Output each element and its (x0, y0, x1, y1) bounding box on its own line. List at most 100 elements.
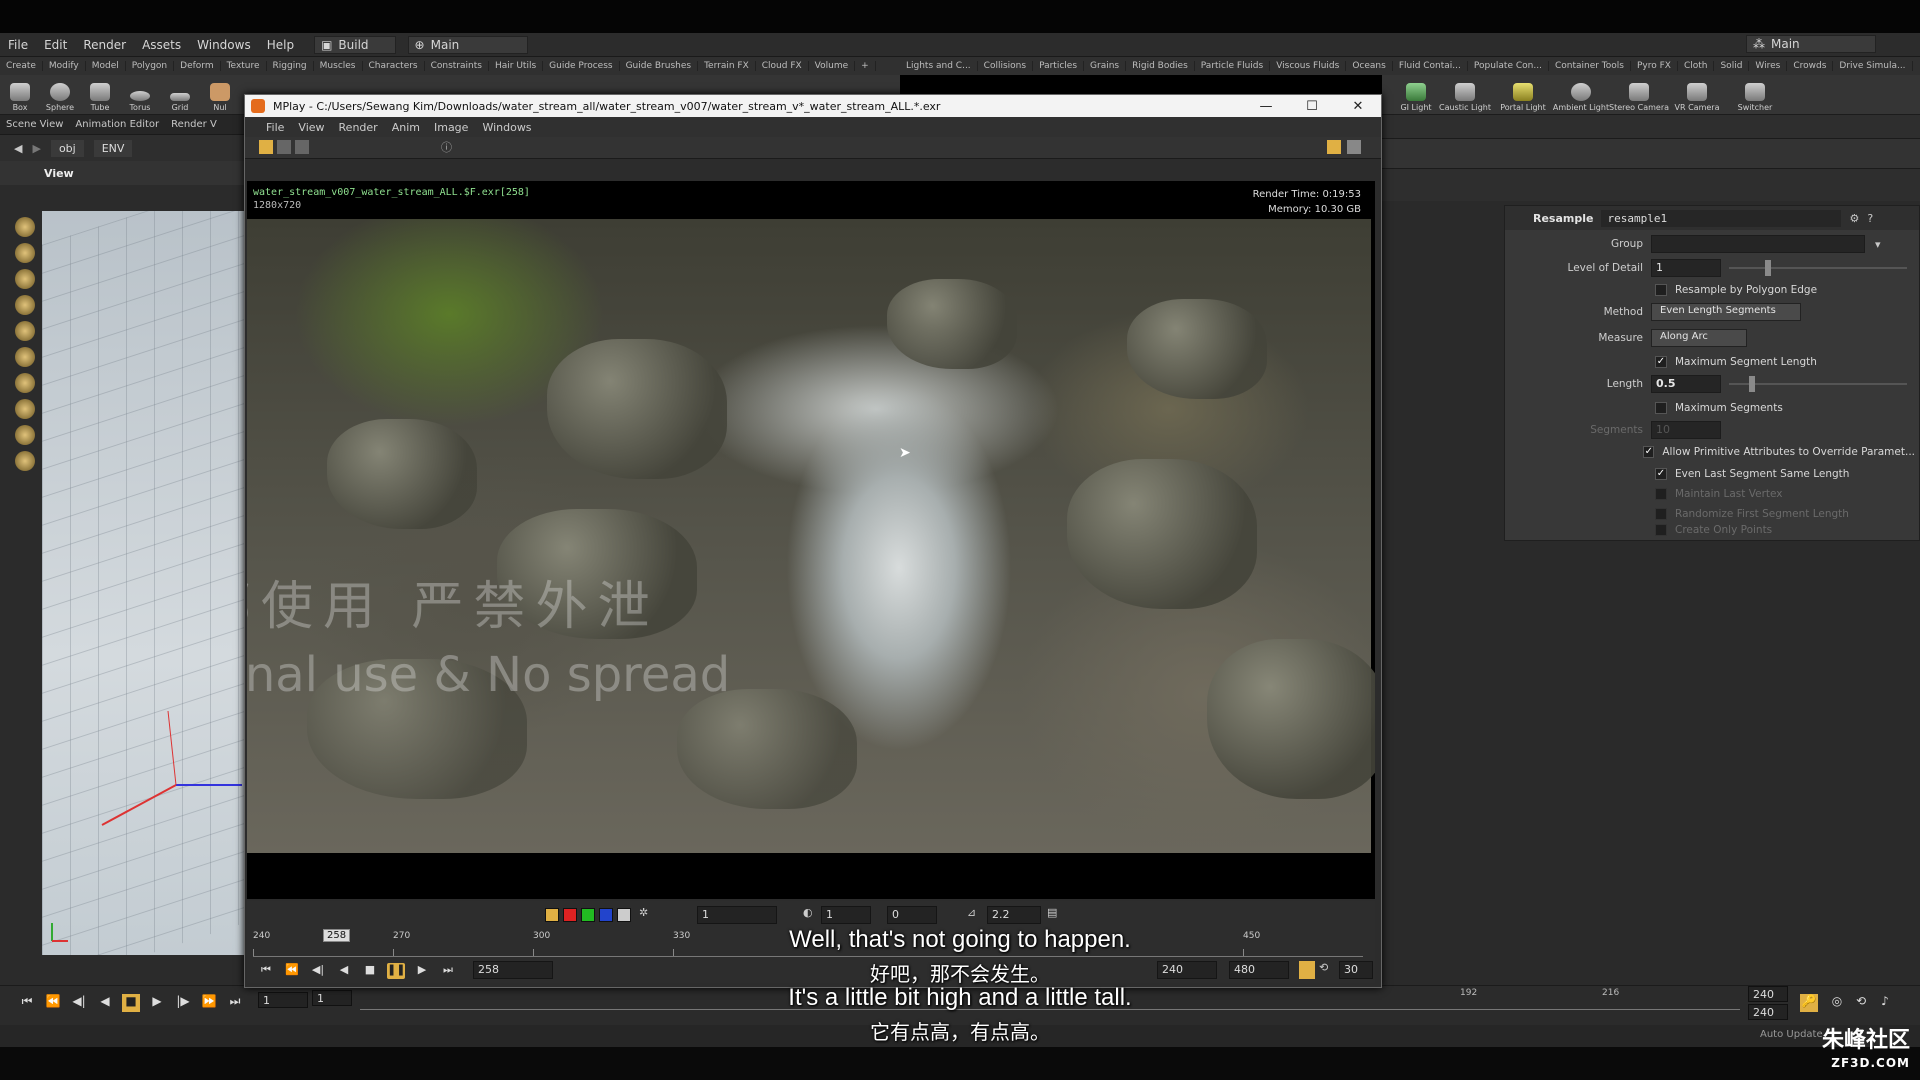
gamma-scale-field[interactable]: 1 (821, 906, 871, 924)
move-tool-icon[interactable] (15, 243, 35, 263)
shelf-tab[interactable]: Texture (221, 61, 267, 71)
shelf-tab[interactable]: Solid (1714, 61, 1750, 71)
gi-light-tool[interactable]: GI Light (1396, 83, 1436, 114)
handle-tool-icon[interactable] (15, 321, 35, 341)
shelf-tab[interactable]: Container Tools (1549, 61, 1631, 71)
shelf-tab[interactable]: Volume (809, 61, 856, 71)
path-env[interactable]: ENV (93, 139, 133, 157)
length-slider-knob[interactable] (1749, 376, 1755, 392)
box-tool[interactable]: Box (0, 83, 40, 114)
randomize-first-checkbox[interactable] (1655, 508, 1667, 520)
gamma-field[interactable]: 2.2 (987, 906, 1041, 924)
shelf-tab[interactable]: Terrain FX (698, 61, 756, 71)
portal-light-tool[interactable]: Portal Light (1494, 83, 1552, 114)
shelf-tab[interactable]: Particle Fluids (1195, 61, 1271, 71)
viewport-view-menu[interactable]: View (0, 161, 250, 185)
segments-field[interactable]: 10 (1651, 421, 1721, 439)
contrast-icon[interactable]: ◐ (803, 906, 813, 919)
shelf-tab[interactable]: Oceans (1346, 61, 1393, 71)
even-last-checkbox[interactable]: ✓ (1655, 468, 1667, 480)
mplay-title-bar[interactable]: MPlay - C:/Users/Sewang Kim/Downloads/wa… (245, 95, 1381, 117)
brightness-icon[interactable]: ✲ (639, 906, 648, 919)
shelf-tab[interactable]: Collisions (978, 61, 1034, 71)
resample-edge-checkbox[interactable] (1655, 284, 1667, 296)
shelf-tab[interactable]: Model (86, 61, 126, 71)
measure-dropdown[interactable]: Along Arc (1651, 329, 1747, 347)
lod-field[interactable]: 1 (1651, 259, 1721, 277)
ambient-light-tool[interactable]: Ambient Light (1552, 83, 1610, 114)
full-view-icon[interactable] (1347, 140, 1361, 154)
shelf-tab[interactable]: Characters (363, 61, 425, 71)
tab-scene-view[interactable]: Scene View (0, 119, 69, 130)
pose-tool-icon[interactable] (15, 347, 35, 367)
help-icon[interactable]: ? (1867, 212, 1873, 225)
menu-file[interactable]: File (0, 38, 36, 52)
shelf-tab[interactable]: Lights and C... (900, 61, 978, 71)
group-dropdown-arrow-icon[interactable]: ▾ (1875, 238, 1881, 251)
length-field[interactable]: 0.5 (1651, 375, 1721, 393)
select-tool-icon[interactable] (15, 217, 35, 237)
maximize-icon[interactable]: ☐ (1289, 99, 1335, 114)
layout-icon[interactable] (295, 140, 309, 154)
mplay-menu-file[interactable]: File (259, 121, 291, 134)
offset-field[interactable]: 0 (887, 906, 937, 924)
red-channel-icon[interactable] (563, 908, 577, 922)
shelf-tab[interactable]: Cloth (1678, 61, 1715, 71)
shelf-tab[interactable]: Particles (1033, 61, 1085, 71)
menu-windows[interactable]: Windows (189, 38, 259, 52)
shelf-tab[interactable]: Muscles (314, 61, 363, 71)
blue-channel-icon[interactable] (599, 908, 613, 922)
shelf-tab[interactable]: Crowds (1787, 61, 1834, 71)
mplay-menu-anim[interactable]: Anim (385, 121, 427, 134)
mplay-image-viewer[interactable]: ➤ 内部使用 严禁外泄 Internal use & No spread wat… (247, 181, 1375, 899)
network-path-bar[interactable] (1380, 139, 1920, 169)
shelf-tab[interactable]: Guide Brushes (620, 61, 699, 71)
shelf-tab[interactable]: Drive Simula... (1833, 61, 1913, 71)
max-seg-length-checkbox[interactable]: ✓ (1655, 356, 1667, 368)
shelf-tab[interactable]: Hair Utils (489, 61, 544, 71)
lod-slider-knob[interactable] (1765, 260, 1771, 276)
node-name-field[interactable]: resample1 (1601, 209, 1842, 227)
length-slider[interactable] (1729, 376, 1907, 392)
rgb-channel-icon[interactable] (545, 908, 559, 922)
mplay-menu-image[interactable]: Image (427, 121, 475, 134)
shelf-tab[interactable]: Cloud FX (756, 61, 809, 71)
3d-viewport[interactable] (42, 211, 250, 955)
shelf-tab[interactable]: Rigging (267, 61, 314, 71)
snapshot-icon[interactable] (259, 140, 273, 154)
shelf-tab[interactable]: Grains (1084, 61, 1127, 71)
forward-arrow-icon[interactable]: ▶ (32, 142, 40, 155)
path-obj[interactable]: obj (50, 139, 84, 157)
shelf-tab[interactable]: Pyro FX (1631, 61, 1678, 71)
lut-icon[interactable]: ▤ (1047, 906, 1057, 919)
magnet-icon[interactable] (15, 399, 35, 419)
method-dropdown[interactable]: Even Length Segments (1651, 303, 1801, 321)
shelf-tab[interactable]: Rigid Bodies (1126, 61, 1195, 71)
torus-tool[interactable]: Torus (120, 91, 160, 114)
view-tool-icon[interactable] (15, 425, 35, 445)
max-segments-checkbox[interactable] (1655, 402, 1667, 414)
allow-prim-checkbox[interactable]: ✓ (1643, 446, 1655, 458)
null-tool[interactable]: Nul (200, 83, 240, 114)
shelf-tab[interactable]: Create (0, 61, 43, 71)
sphere-tool[interactable]: Sphere (40, 83, 80, 114)
tube-tool[interactable]: Tube (80, 83, 120, 114)
add-shelf-tab-icon[interactable]: + (855, 61, 876, 71)
main-right-dropdown[interactable]: ⁂ Main (1746, 35, 1876, 53)
shelf-tab[interactable]: Viscous Fluids (1270, 61, 1347, 71)
stereo-camera-tool[interactable]: Stereo Camera (1609, 83, 1669, 114)
alpha-channel-icon[interactable] (617, 908, 631, 922)
menu-help[interactable]: Help (259, 38, 302, 52)
info-icon[interactable]: ⓘ (441, 139, 452, 155)
shelf-tab[interactable]: Constraints (425, 61, 489, 71)
back-arrow-icon[interactable]: ◀ (14, 142, 22, 155)
menu-edit[interactable]: Edit (36, 38, 75, 52)
gamma-icon[interactable]: ⊿ (967, 906, 976, 919)
grid-tool[interactable]: Grid (160, 93, 200, 114)
main-context-dropdown[interactable]: ⊕ Main (407, 35, 528, 54)
menu-assets[interactable]: Assets (134, 38, 189, 52)
tab-render-view[interactable]: Render V (165, 119, 223, 130)
rotate-tool-icon[interactable] (15, 269, 35, 289)
group-field[interactable] (1651, 235, 1865, 253)
mplay-menu-windows[interactable]: Windows (475, 121, 538, 134)
